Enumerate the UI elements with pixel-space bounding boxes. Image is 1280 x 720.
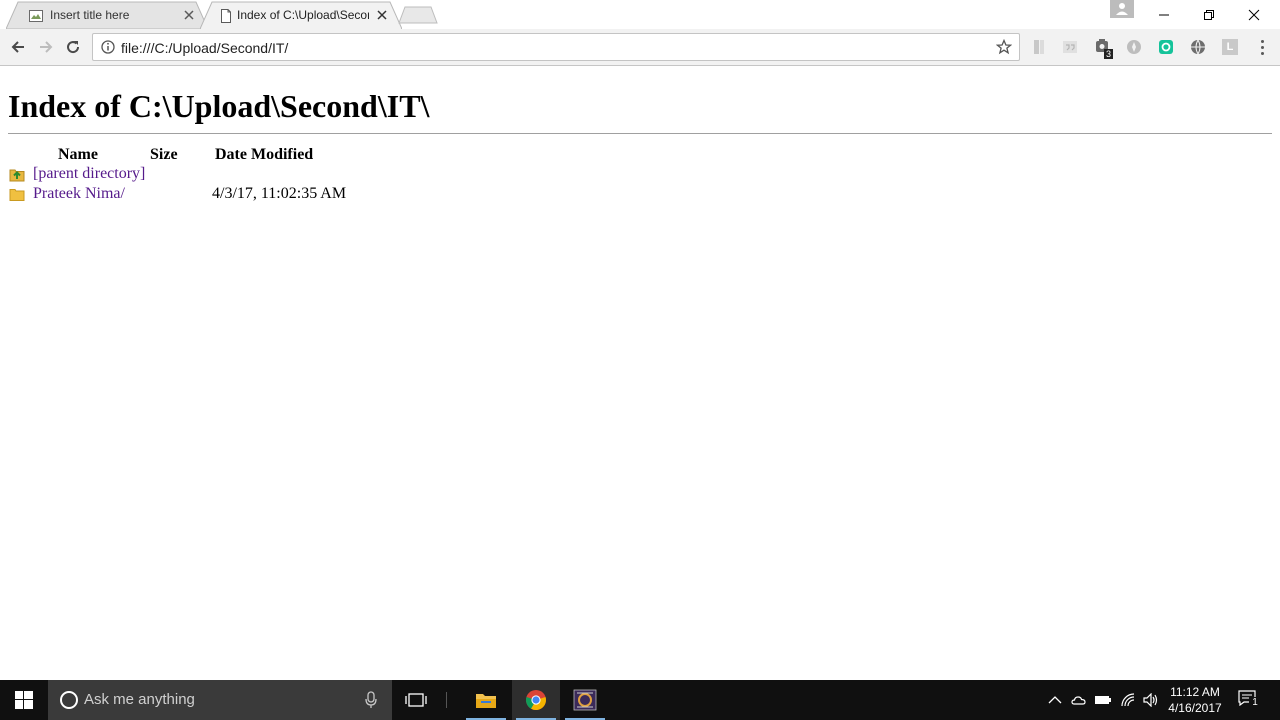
tab-title: Index of C:\Upload\Second\IT\: [237, 8, 369, 22]
restore-icon: [1203, 9, 1214, 20]
cortana-icon: [60, 691, 78, 709]
parent-directory-link[interactable]: [parent directory]: [33, 164, 145, 184]
file-explorer-icon: [476, 694, 496, 708]
taskbar-clock[interactable]: 11:12 AM 4/16/2017: [1168, 684, 1222, 716]
show-hidden-icons-button[interactable]: [1046, 691, 1064, 709]
info-icon[interactable]: [101, 40, 115, 54]
extension-grammarly-icon[interactable]: [1158, 39, 1174, 55]
tab-index-of-folder[interactable]: Index of C:\Upload\Second\IT\: [200, 1, 402, 29]
wifi-icon: [1121, 693, 1135, 707]
java-ee-ide-icon: [573, 689, 597, 711]
page-heading: Index of C:\Upload\Second\IT\: [8, 88, 430, 124]
menu-dot: [1260, 45, 1264, 49]
column-header-date[interactable]: Date Modified: [215, 146, 313, 164]
date-modified-cell: 4/3/17, 11:02:35 AM: [212, 185, 347, 202]
document-icon: [221, 9, 231, 23]
minimize-icon: [1158, 14, 1169, 15]
profile-avatar-button[interactable]: [1110, 0, 1134, 18]
network-tray-button[interactable]: [1119, 691, 1137, 709]
folder-link[interactable]: Prateek Nima/: [33, 184, 125, 204]
extension-quote-icon[interactable]: [1062, 39, 1078, 55]
search-placeholder[interactable]: Ask me anything: [84, 691, 195, 709]
address-url[interactable]: file:///C:/Upload/Second/IT/: [121, 40, 288, 56]
page-favicon-icon: [29, 10, 43, 22]
chrome-menu-button[interactable]: [1255, 38, 1269, 56]
minimize-button[interactable]: [1141, 0, 1186, 29]
tab-strip: Insert title here Index of C:\Upload\Sec…: [0, 0, 1280, 29]
taskbar-search-box[interactable]: Ask me anything: [48, 680, 392, 720]
windows-logo-icon: [15, 691, 33, 709]
cloud-icon: [1071, 696, 1086, 705]
extension-badge-count: 3: [1104, 49, 1114, 59]
chevron-up-icon: [1048, 696, 1062, 704]
heading-divider: [8, 133, 1272, 134]
taskbar-java-ee-app[interactable]: [561, 680, 609, 720]
column-header-size[interactable]: Size: [150, 146, 178, 164]
extension-bookmark-icon[interactable]: [1031, 39, 1047, 55]
new-tab-button[interactable]: [398, 6, 438, 24]
column-header-name[interactable]: Name: [58, 146, 98, 164]
browser-toolbar: file:///C:/Upload/Second/IT/ 3 L: [0, 29, 1280, 66]
restore-button[interactable]: [1186, 0, 1231, 29]
volume-tray-button[interactable]: [1142, 691, 1160, 709]
clock-time: 11:12 AM: [1170, 685, 1220, 699]
onedrive-tray-button[interactable]: [1070, 691, 1088, 709]
battery-tray-button[interactable]: [1094, 691, 1112, 709]
taskbar-chrome[interactable]: [512, 680, 560, 720]
close-tab-icon[interactable]: [182, 8, 196, 22]
extension-globe-icon[interactable]: [1190, 39, 1206, 55]
back-button[interactable]: [8, 37, 28, 57]
page-content: Index of C:\Upload\Second\IT\ Name Size …: [0, 66, 1280, 680]
clock-date: 4/16/2017: [1168, 701, 1222, 715]
task-view-icon: [405, 693, 427, 707]
start-button[interactable]: [0, 680, 48, 720]
close-tab-icon[interactable]: [375, 8, 389, 22]
bookmark-star-icon[interactable]: [996, 39, 1012, 55]
close-window-button[interactable]: [1231, 0, 1276, 29]
task-view-button[interactable]: [392, 680, 440, 720]
reload-icon: [67, 41, 80, 54]
tab-title: Insert title here: [50, 8, 130, 22]
microphone-icon[interactable]: [364, 691, 378, 709]
battery-icon: [1095, 696, 1111, 704]
person-icon: [1116, 3, 1128, 15]
extension-compass-icon[interactable]: [1126, 39, 1142, 55]
address-bar[interactable]: file:///C:/Upload/Second/IT/: [92, 33, 1020, 61]
tab-insert-title[interactable]: Insert title here: [6, 1, 208, 29]
arrow-left-icon: [11, 41, 24, 53]
menu-dot: [1260, 51, 1264, 55]
folder-up-icon: [9, 169, 25, 182]
action-center-button[interactable]: 1: [1238, 690, 1261, 710]
windows-taskbar: Ask me anything 11:12 AM 4/16/2017 1: [0, 680, 1280, 720]
folder-icon: [9, 189, 25, 201]
chrome-icon: [526, 690, 546, 711]
taskbar-file-explorer[interactable]: [462, 680, 510, 720]
arrow-right-icon: [40, 41, 53, 53]
forward-button[interactable]: [36, 37, 56, 57]
reload-button[interactable]: [63, 37, 83, 57]
extension-letter-button[interactable]: L: [1222, 39, 1238, 55]
taskbar-divider: [446, 692, 447, 708]
speaker-icon: [1143, 693, 1158, 707]
notification-count-badge: 1: [1249, 697, 1261, 709]
close-icon: [1248, 9, 1259, 20]
extension-shield-button[interactable]: 3: [1094, 38, 1114, 60]
menu-dot: [1260, 39, 1264, 43]
